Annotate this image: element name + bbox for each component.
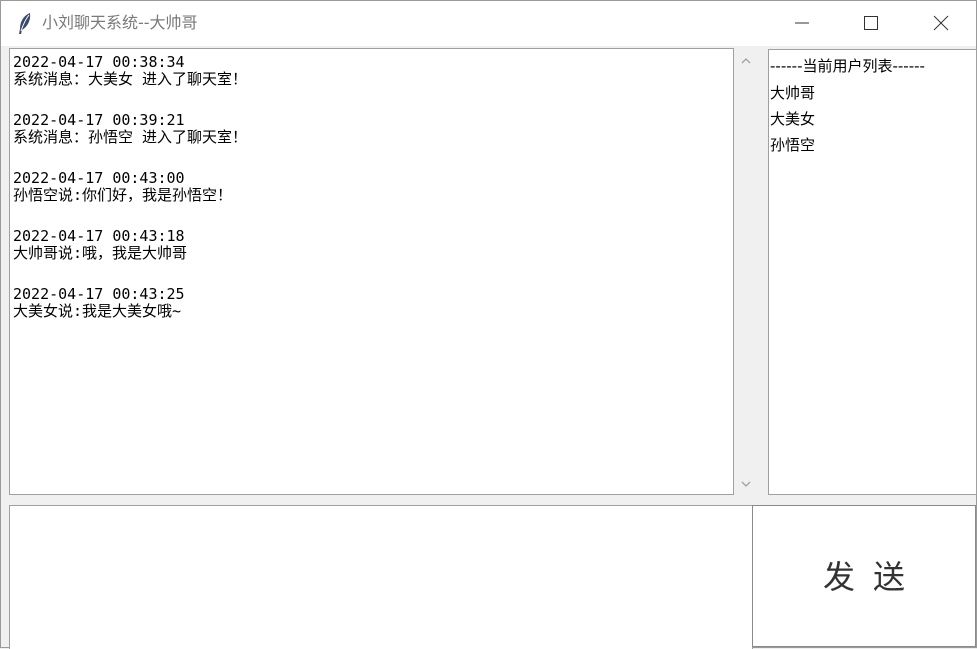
send-button[interactable]: 发送 — [752, 505, 976, 647]
title-bar[interactable]: 小刘聊天系统--大帅哥 — [1, 1, 976, 46]
chat-scrollbar[interactable] — [735, 48, 757, 495]
chevron-up-icon[interactable] — [740, 55, 752, 67]
minimize-button[interactable] — [779, 1, 825, 46]
list-item[interactable]: 大美女 — [770, 108, 815, 129]
message-text: 系统消息：大美女 进入了聊天室！ — [13, 70, 248, 88]
list-item[interactable]: 孙悟空 — [770, 134, 815, 155]
message-timestamp: 2022-04-17 00:43:18 — [13, 227, 185, 245]
feather-icon — [15, 12, 35, 36]
chat-messages: 2022-04-17 00:38:34 系统消息：大美女 进入了聊天室！ 2022-… — [13, 54, 247, 344]
message-timestamp: 2022-04-17 00:39:21 — [13, 111, 185, 129]
message-text: 孙悟空说:你们好，我是孙悟空！ — [13, 186, 233, 204]
maximize-button[interactable] — [848, 1, 894, 46]
message-timestamp: 2022-04-17 00:43:25 — [13, 285, 185, 303]
user-list[interactable]: ------当前用户列表------ 大帅哥 大美女 孙悟空 — [768, 49, 977, 495]
chat-message: 2022-04-17 00:43:25 大美女说:我是大美女哦~ — [13, 286, 247, 320]
user-list-header: ------当前用户列表------ — [770, 57, 925, 75]
app-window: 小刘聊天系统--大帅哥 2022-04-17 00:38:34 系统消息：大美女 … — [0, 0, 977, 649]
list-item[interactable]: 大帅哥 — [770, 82, 815, 103]
window-title: 小刘聊天系统--大帅哥 — [42, 13, 198, 32]
chat-message: 2022-04-17 00:43:00 孙悟空说:你们好，我是孙悟空！ — [13, 170, 247, 204]
message-text: 大美女说:我是大美女哦~ — [13, 302, 182, 320]
message-timestamp: 2022-04-17 00:43:00 — [13, 169, 185, 187]
chat-message: 2022-04-17 00:38:34 系统消息：大美女 进入了聊天室！ — [13, 54, 247, 88]
minimize-icon — [795, 22, 809, 24]
chevron-down-icon[interactable] — [740, 478, 752, 490]
close-button[interactable] — [918, 1, 964, 46]
maximize-icon — [864, 16, 878, 30]
chat-message: 2022-04-17 00:39:21 系统消息：孙悟空 进入了聊天室！ — [13, 112, 247, 146]
chat-message: 2022-04-17 00:43:18 大帅哥说:哦，我是大帅哥 — [13, 228, 247, 262]
message-input[interactable] — [9, 505, 753, 649]
close-icon — [933, 15, 949, 31]
message-text: 大帅哥说:哦，我是大帅哥 — [13, 244, 188, 262]
message-timestamp: 2022-04-17 00:38:34 — [13, 53, 185, 71]
message-text: 系统消息：孙悟空 进入了聊天室！ — [13, 128, 248, 146]
chat-history[interactable]: 2022-04-17 00:38:34 系统消息：大美女 进入了聊天室！ 2022-… — [9, 48, 734, 495]
